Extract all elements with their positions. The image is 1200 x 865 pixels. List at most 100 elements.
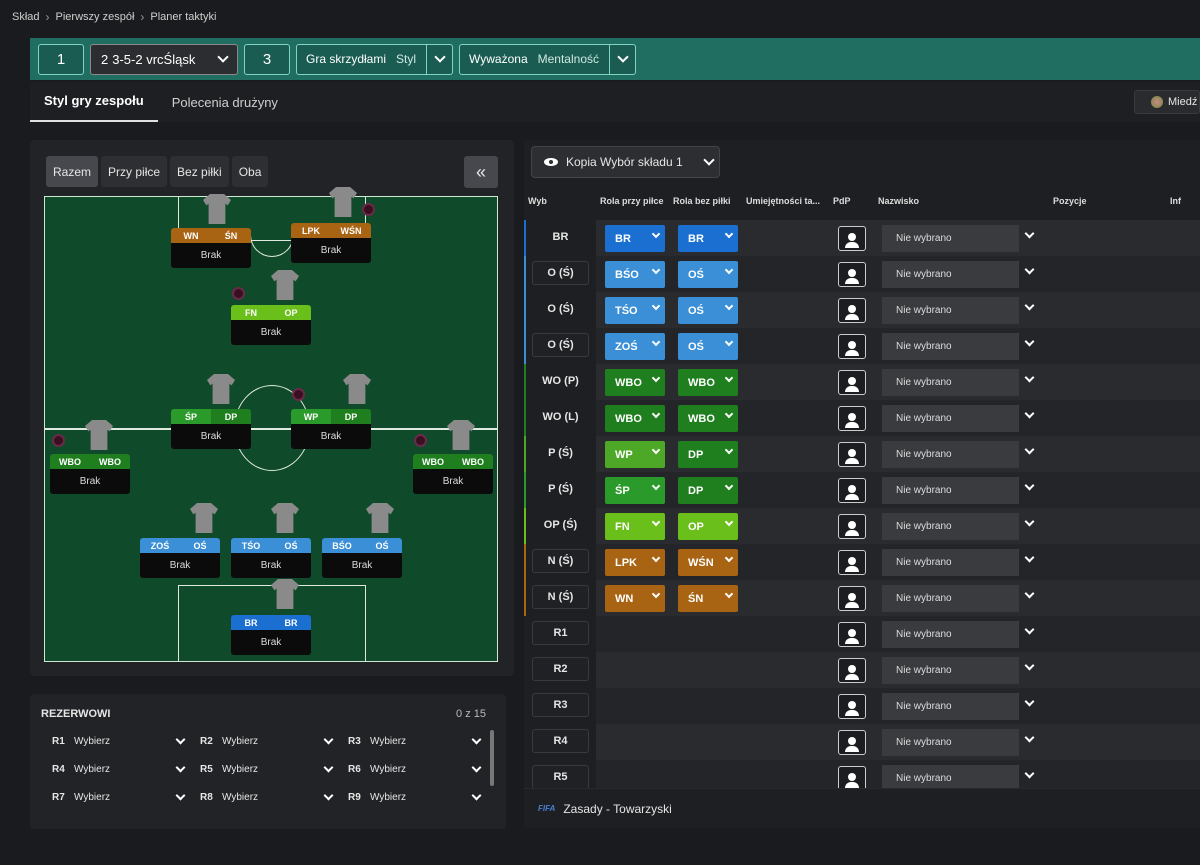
table-row[interactable]: R4 Nie wybrano — [524, 724, 1200, 760]
player-profile-button[interactable] — [838, 226, 866, 251]
player-select[interactable]: Nie wybrano — [882, 765, 1019, 788]
pitch-position-card[interactable]: ŚP DP Brak — [171, 409, 251, 449]
breadcrumb-item[interactable]: Pierwszy zespół — [56, 11, 135, 23]
table-row[interactable]: R1 Nie wybrano — [524, 616, 1200, 652]
position-label[interactable]: O (Ś) — [532, 333, 589, 357]
in-possession-role-select[interactable]: WBO — [605, 405, 665, 432]
player-select[interactable]: Nie wybrano — [882, 729, 1019, 756]
position-label[interactable]: R3 — [532, 693, 589, 717]
table-row[interactable]: WO (L) WBO WBO Nie wybrano — [524, 400, 1200, 436]
pitch-position-card[interactable]: TŚO OŚ Brak — [231, 538, 311, 578]
player-select[interactable]: Nie wybrano — [882, 297, 1019, 324]
player-select[interactable]: Nie wybrano — [882, 261, 1019, 288]
breadcrumb-item[interactable]: Skład — [12, 11, 40, 23]
out-possession-role-select[interactable]: DP — [678, 477, 738, 504]
table-row[interactable]: O (Ś) ZOŚ OŚ Nie wybrano — [524, 328, 1200, 364]
player-select[interactable]: Nie wybrano — [882, 369, 1019, 396]
player-select[interactable]: Nie wybrano — [882, 621, 1019, 648]
table-row[interactable]: R3 Nie wybrano — [524, 688, 1200, 724]
player-select[interactable]: Nie wybrano — [882, 333, 1019, 360]
player-profile-button[interactable] — [838, 622, 866, 647]
in-possession-role-select[interactable]: WP — [605, 441, 665, 468]
out-possession-role-select[interactable]: BR — [678, 225, 738, 252]
in-possession-role-select[interactable]: LPK — [605, 549, 665, 576]
table-row[interactable]: P (Ś) WP DP Nie wybrano — [524, 436, 1200, 472]
player-profile-button[interactable] — [838, 730, 866, 755]
player-select[interactable]: Nie wybrano — [882, 477, 1019, 504]
collapse-panel-button[interactable]: « — [464, 156, 498, 188]
position-label[interactable]: WO (P) — [532, 369, 589, 393]
position-label[interactable]: O (Ś) — [532, 261, 589, 285]
player-select[interactable]: Nie wybrano — [882, 585, 1019, 612]
table-row[interactable]: O (Ś) BŚO OŚ Nie wybrano — [524, 256, 1200, 292]
mentality-dropdown-toggle[interactable] — [609, 43, 635, 75]
out-possession-role-select[interactable]: OŚ — [678, 333, 738, 360]
substitute-slot[interactable]: R3 Wybierz — [348, 734, 482, 747]
player-select[interactable]: Nie wybrano — [882, 441, 1019, 468]
player-profile-button[interactable] — [838, 694, 866, 719]
phase-out-possession-button[interactable]: Bez piłki — [170, 156, 229, 187]
in-possession-role-select[interactable]: FN — [605, 513, 665, 540]
player-profile-button[interactable] — [838, 298, 866, 323]
mentality-dropdown[interactable]: Wyważona Mentalność — [459, 43, 636, 75]
player-profile-button[interactable] — [838, 262, 866, 287]
phase-both-button[interactable]: Oba — [231, 156, 269, 187]
player-profile-button[interactable] — [838, 370, 866, 395]
table-row[interactable]: N (Ś) LPK WŚN Nie wybrano — [524, 544, 1200, 580]
column-header[interactable]: Inf — [1170, 196, 1181, 206]
position-label[interactable]: R1 — [532, 621, 589, 645]
player-select[interactable]: Nie wybrano — [882, 657, 1019, 684]
position-label[interactable]: R5 — [532, 765, 589, 788]
out-possession-role-select[interactable]: WŚN — [678, 549, 738, 576]
substitute-slot[interactable]: R5 Wybierz — [200, 762, 334, 775]
in-possession-role-select[interactable]: TŚO — [605, 297, 665, 324]
table-row[interactable]: N (Ś) WN ŚN Nie wybrano — [524, 580, 1200, 616]
column-header[interactable]: Rola bez piłki — [673, 196, 731, 206]
in-possession-role-select[interactable]: WBO — [605, 369, 665, 396]
table-row[interactable]: P (Ś) ŚP DP Nie wybrano — [524, 472, 1200, 508]
table-row[interactable]: R5 Nie wybrano — [524, 760, 1200, 788]
substitute-slot[interactable]: R9 Wybierz — [348, 790, 482, 803]
table-row[interactable]: BR BR BR Nie wybrano — [524, 220, 1200, 256]
column-header[interactable]: Rola przy piłce — [600, 196, 664, 206]
pitch-position-card[interactable]: WN ŚN Brak — [171, 228, 251, 268]
in-possession-role-select[interactable]: ZOŚ — [605, 333, 665, 360]
scrollbar[interactable] — [490, 730, 494, 786]
player-profile-button[interactable] — [838, 442, 866, 467]
phase-all-button[interactable]: Razem — [46, 156, 99, 187]
player-select[interactable]: Nie wybrano — [882, 405, 1019, 432]
rules-label[interactable]: Zasady - Towarzyski — [563, 802, 671, 816]
formation-dropdown[interactable]: 2 3-5-2 vrcŚląsk — [90, 43, 238, 75]
pitch-position-card[interactable]: WBO WBO Brak — [50, 454, 130, 494]
substitute-slot[interactable]: R2 Wybierz — [200, 734, 334, 747]
position-label[interactable]: P (Ś) — [532, 477, 589, 501]
player-profile-button[interactable] — [838, 550, 866, 575]
pitch-position-card[interactable]: BR BR Brak — [231, 615, 311, 655]
substitute-slot[interactable]: R1 Wybierz — [52, 734, 186, 747]
player-select[interactable]: Nie wybrano — [882, 549, 1019, 576]
pitch-position-card[interactable]: WBO WBO Brak — [413, 454, 493, 494]
out-possession-role-select[interactable]: OP — [678, 513, 738, 540]
position-label[interactable]: O (Ś) — [532, 297, 589, 321]
pitch-position-card[interactable]: BŚO OŚ Brak — [322, 538, 402, 578]
out-possession-role-select[interactable]: OŚ — [678, 261, 738, 288]
style-dropdown-toggle[interactable] — [426, 43, 452, 75]
position-label[interactable]: R2 — [532, 657, 589, 681]
pitch-position-card[interactable]: WP DP Brak — [291, 409, 371, 449]
position-label[interactable]: N (Ś) — [532, 585, 589, 609]
style-dropdown[interactable]: Gra skrzydłami Styl — [296, 43, 454, 75]
position-label[interactable]: R4 — [532, 729, 589, 753]
substitute-slot[interactable]: R6 Wybierz — [348, 762, 482, 775]
player-profile-button[interactable] — [838, 406, 866, 431]
player-profile-button[interactable] — [838, 586, 866, 611]
table-body[interactable]: BR BR BR Nie wybrano O (Ś) BŚO OŚ Nie wybrano O … — [524, 220, 1200, 788]
tactic-slot-1-button[interactable]: 1 — [38, 43, 84, 75]
table-row[interactable]: R2 Nie wybrano — [524, 652, 1200, 688]
column-header[interactable]: Umiejętności ta... — [746, 196, 820, 206]
in-possession-role-select[interactable]: BR — [605, 225, 665, 252]
in-possession-role-select[interactable]: ŚP — [605, 477, 665, 504]
player-profile-button[interactable] — [838, 658, 866, 683]
column-header[interactable]: Pozycje — [1053, 196, 1087, 206]
pitch-position-card[interactable]: ZOŚ OŚ Brak — [140, 538, 220, 578]
position-label[interactable]: OP (Ś) — [532, 513, 589, 537]
